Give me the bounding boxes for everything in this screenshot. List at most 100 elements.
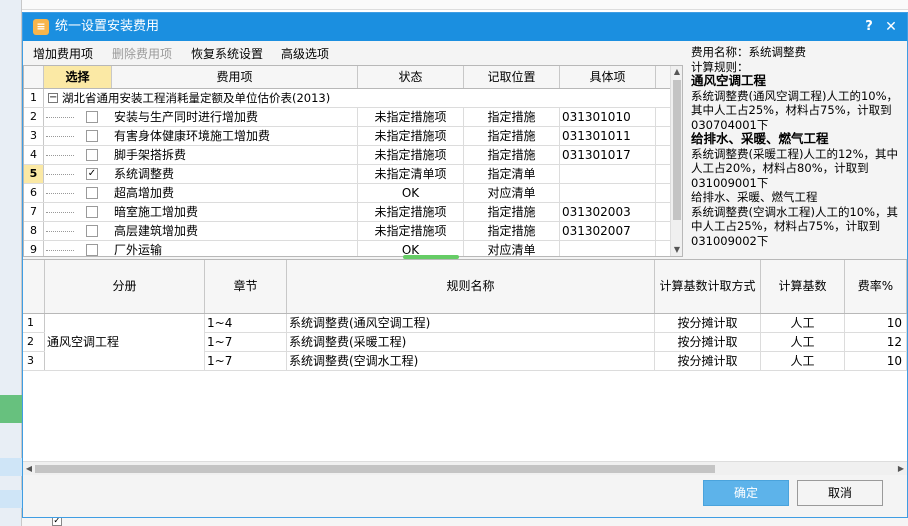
- status-cell[interactable]: OK: [358, 184, 464, 202]
- specific-item-cell[interactable]: 031302003: [560, 203, 656, 221]
- table-row[interactable]: 2 安装与生产同时进行增加费 未指定措施项 指定措施 031301010: [24, 108, 672, 127]
- down-arrow-icon[interactable]: ▼: [671, 244, 682, 256]
- rule-name-cell[interactable]: 系统调整费(采暖工程): [287, 333, 655, 351]
- row-number: 8: [24, 222, 44, 240]
- calc-method-cell[interactable]: 按分摊计取: [655, 314, 761, 332]
- header-location[interactable]: 记取位置: [464, 66, 560, 88]
- division-cell[interactable]: 通风空调工程: [45, 314, 205, 371]
- rule-name-cell[interactable]: 系统调整费(空调水工程): [287, 352, 655, 370]
- location-cell[interactable]: 指定清单: [464, 165, 560, 183]
- select-checkbox[interactable]: [86, 244, 98, 256]
- up-arrow-icon[interactable]: ▲: [671, 66, 682, 78]
- advanced-options-button[interactable]: 高级选项: [281, 46, 329, 62]
- right-arrow-icon[interactable]: ▶: [895, 462, 907, 476]
- specific-item-cell[interactable]: 031301011: [560, 127, 656, 145]
- scroll-thumb[interactable]: [35, 465, 715, 473]
- table-row[interactable]: 5 ✓ 系统调整费 未指定清单项 指定清单: [24, 165, 672, 184]
- tree-line: [46, 155, 74, 156]
- header-rule-name[interactable]: 规则名称: [287, 260, 655, 313]
- rate-cell[interactable]: 10: [845, 314, 907, 332]
- specific-item-cell[interactable]: [560, 165, 656, 183]
- status-cell[interactable]: 未指定措施项: [358, 146, 464, 164]
- tree-line: [46, 174, 74, 175]
- scroll-thumb[interactable]: [673, 80, 681, 220]
- title-bar[interactable]: ≡ 统一设置安装费用 ? ✕: [23, 13, 907, 41]
- rate-cell[interactable]: 10: [845, 352, 907, 370]
- calc-base-cell[interactable]: 人工: [761, 333, 845, 351]
- specific-item-cell[interactable]: 031302007: [560, 222, 656, 240]
- header-chapter[interactable]: 章节: [205, 260, 287, 313]
- table-row[interactable]: 8 高层建筑增加费 未指定措施项 指定措施 031302007: [24, 222, 672, 241]
- select-checkbox[interactable]: [86, 206, 98, 218]
- location-cell[interactable]: 指定措施: [464, 203, 560, 221]
- restore-system-settings-button[interactable]: 恢复系统设置: [191, 46, 263, 62]
- fee-item-cell[interactable]: 暗室施工增加费: [112, 203, 358, 221]
- select-checkbox[interactable]: [86, 149, 98, 161]
- chapter-cell[interactable]: 1~4: [205, 314, 287, 332]
- table-row[interactable]: 6 超高增加费 OK 对应清单: [24, 184, 672, 203]
- add-fee-item-button[interactable]: 增加费用项: [33, 46, 93, 62]
- header-specific-item[interactable]: 具体项: [560, 66, 656, 88]
- specific-item-cell[interactable]: 031301010: [560, 108, 656, 126]
- status-cell[interactable]: 未指定措施项: [358, 127, 464, 145]
- table-row[interactable]: 3 有害身体健康环境施工增加费 未指定措施项 指定措施 031301011: [24, 127, 672, 146]
- header-calc-method[interactable]: 计算基数计取方式: [655, 260, 761, 313]
- table-row[interactable]: 9 厂外运输 OK 对应清单: [24, 241, 672, 256]
- calc-method-cell[interactable]: 按分摊计取: [655, 333, 761, 351]
- rules-table: 分册 章节 规则名称 计算基数计取方式 计算基数 费率% 1 1~4 系统调整费(通…: [23, 259, 907, 475]
- help-icon[interactable]: ?: [861, 19, 877, 35]
- row-number: 5: [24, 165, 44, 183]
- fee-item-cell[interactable]: 有害身体健康环境施工增加费: [112, 127, 358, 145]
- cancel-button[interactable]: 取消: [797, 480, 883, 506]
- fee-item-cell[interactable]: 超高增加费: [112, 184, 358, 202]
- ok-button[interactable]: 确定: [703, 480, 789, 506]
- location-cell[interactable]: 对应清单: [464, 184, 560, 202]
- calc-base-cell[interactable]: 人工: [761, 352, 845, 370]
- specific-item-cell[interactable]: 031301017: [560, 146, 656, 164]
- fee-item-cell[interactable]: 系统调整费: [112, 165, 358, 183]
- header-corner: [24, 66, 44, 88]
- select-checkbox[interactable]: [86, 187, 98, 199]
- fee-item-cell[interactable]: 安装与生产同时进行增加费: [112, 108, 358, 126]
- fee-item-cell[interactable]: 高层建筑增加费: [112, 222, 358, 240]
- table-row[interactable]: 4 脚手架搭拆费 未指定措施项 指定措施 031301017: [24, 146, 672, 165]
- select-checkbox[interactable]: ✓: [86, 168, 98, 180]
- fee-item-cell[interactable]: 厂外运输: [112, 241, 358, 256]
- calc-method-cell[interactable]: 按分摊计取: [655, 352, 761, 370]
- app-icon: ≡: [33, 19, 49, 35]
- rate-cell[interactable]: 12: [845, 333, 907, 351]
- delete-fee-item-button[interactable]: 删除费用项: [112, 46, 172, 62]
- fee-item-cell[interactable]: 脚手架搭拆费: [112, 146, 358, 164]
- location-cell[interactable]: 指定措施: [464, 127, 560, 145]
- collapse-icon[interactable]: −: [48, 93, 58, 103]
- header-select[interactable]: 选择: [44, 66, 112, 88]
- horizontal-scrollbar[interactable]: ◀ ▶: [23, 461, 907, 475]
- header-fee-item[interactable]: 费用项: [112, 66, 358, 88]
- close-icon[interactable]: ✕: [883, 19, 899, 35]
- location-cell[interactable]: 指定措施: [464, 108, 560, 126]
- header-rate[interactable]: 费率%: [845, 260, 907, 313]
- table-row[interactable]: 7 暗室施工增加费 未指定措施项 指定措施 031302003: [24, 203, 672, 222]
- header-status[interactable]: 状态: [358, 66, 464, 88]
- location-cell[interactable]: 指定措施: [464, 146, 560, 164]
- calc-base-cell[interactable]: 人工: [761, 314, 845, 332]
- left-arrow-icon[interactable]: ◀: [23, 462, 35, 476]
- header-calc-base[interactable]: 计算基数: [761, 260, 845, 313]
- status-cell[interactable]: 未指定措施项: [358, 108, 464, 126]
- chapter-cell[interactable]: 1~7: [205, 352, 287, 370]
- group-row[interactable]: 1 − 湖北省通用安装工程消耗量定额及单位估价表(2013): [24, 89, 672, 108]
- location-cell[interactable]: 对应清单: [464, 241, 560, 256]
- status-cell[interactable]: 未指定措施项: [358, 203, 464, 221]
- header-division[interactable]: 分册: [45, 260, 205, 313]
- specific-item-cell[interactable]: [560, 184, 656, 202]
- rule-name-cell[interactable]: 系统调整费(通风空调工程): [287, 314, 655, 332]
- status-cell[interactable]: 未指定措施项: [358, 222, 464, 240]
- chapter-cell[interactable]: 1~7: [205, 333, 287, 351]
- location-cell[interactable]: 指定措施: [464, 222, 560, 240]
- select-checkbox[interactable]: [86, 111, 98, 123]
- specific-item-cell[interactable]: [560, 241, 656, 256]
- select-checkbox[interactable]: [86, 130, 98, 142]
- vertical-scrollbar[interactable]: ▲ ▼: [670, 66, 682, 256]
- status-cell[interactable]: 未指定清单项: [358, 165, 464, 183]
- select-checkbox[interactable]: [86, 225, 98, 237]
